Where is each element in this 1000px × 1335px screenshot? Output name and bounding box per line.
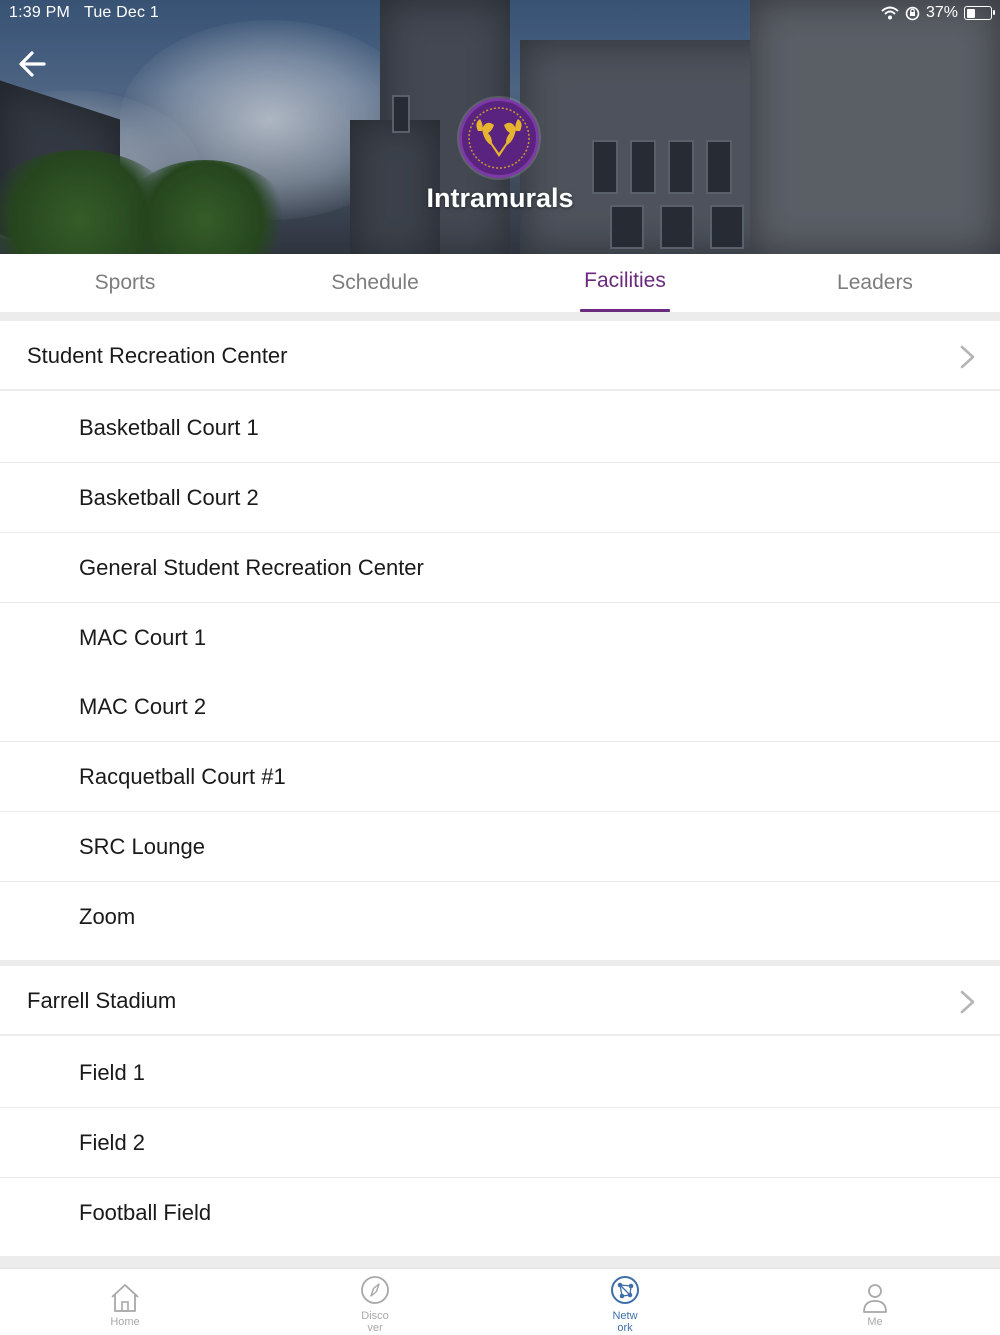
facility-item[interactable]: Zoom [0,882,1000,952]
facility-item-label: Basketball Court 1 [79,415,259,440]
status-indicators: 37% [881,4,995,22]
bottom-nav: Home Disco ver Netw ork Me [0,1268,1000,1335]
facility-item-label: MAC Court 1 [79,625,207,650]
tab-bar: Sports Schedule Facilities Leaders [0,254,1000,312]
nav-label: Home [110,1316,140,1328]
arrow-left-icon [19,51,46,77]
nav-label: Disco ver [361,1310,389,1334]
facility-item[interactable]: Football Field [0,1178,1000,1248]
facility-item[interactable]: Racquetball Court #1 [0,742,1000,812]
battery-level [966,8,975,18]
tab-label: Sports [94,271,156,294]
battery-percent: 37% [925,4,958,21]
facility-item-label: Zoom [79,904,136,929]
wifi-icon [881,6,899,20]
tab-schedule[interactable]: Schedule [250,254,500,312]
nav-label: Me [867,1316,883,1328]
nav-me[interactable]: Me [750,1269,1000,1335]
status-time: 1:39 PM Tue Dec 1 [9,4,159,22]
nav-label: Netw ork [612,1310,638,1334]
status-date: Tue Dec 1 [83,4,159,21]
status-bar: 1:39 PM Tue Dec 1 37% [0,0,1000,28]
battery-icon [964,6,995,20]
facility-group-name: Farrell Stadium [27,988,177,1013]
facility-item[interactable]: MAC Court 1 [0,603,1000,673]
chevron-right-icon [960,345,975,369]
nav-discover[interactable]: Disco ver [250,1269,500,1335]
facility-group-header[interactable]: Student Recreation Center [0,321,1000,391]
page-title: Intramurals [426,183,574,213]
tab-label: Leaders [837,271,913,294]
chevron-right-icon [960,990,975,1014]
facility-item-label: Racquetball Court #1 [79,764,286,789]
compass-icon [361,1276,389,1304]
facility-item[interactable]: MAC Court 2 [0,672,1000,742]
nav-network[interactable]: Netw ork [500,1269,750,1335]
facility-item-label: Football Field [79,1200,212,1225]
orientation-lock-icon [905,6,920,20]
section-divider [0,1256,1000,1268]
facility-item[interactable]: Field 1 [0,1038,1000,1108]
nav-home[interactable]: Home [0,1269,250,1335]
facility-item-label: SRC Lounge [79,834,205,859]
facility-item-label: Field 1 [79,1060,146,1085]
org-logo [459,98,539,178]
facility-item-label: Basketball Court 2 [79,485,259,510]
back-button[interactable] [14,46,52,82]
facility-item[interactable]: Field 2 [0,1108,1000,1178]
tab-label: Schedule [331,271,419,294]
facility-group-name: Student Recreation Center [27,343,288,368]
header-banner: 1:39 PM Tue Dec 1 37% Intramurals [0,0,1000,254]
tab-leaders[interactable]: Leaders [750,254,1000,312]
tab-label: Facilities [584,269,666,292]
facility-item-label: General Student Recreation Center [79,555,424,580]
facility-item[interactable]: General Student Recreation Center [0,533,1000,603]
person-icon [863,1284,887,1313]
divider [0,312,1000,321]
facility-group-header[interactable]: Farrell Stadium [0,966,1000,1036]
facility-item[interactable]: SRC Lounge [0,812,1000,882]
facility-item-label: MAC Court 2 [79,694,207,719]
facility-item[interactable]: Basketball Court 1 [0,393,1000,463]
home-icon [111,1284,139,1312]
facility-item[interactable]: Basketball Court 2 [0,463,1000,533]
ram-crest-icon [468,107,530,169]
status-clock: 1:39 PM [9,4,70,21]
tab-sports[interactable]: Sports [0,254,250,312]
facility-item-label: Field 2 [79,1130,146,1155]
network-icon [611,1276,639,1304]
tab-facilities[interactable]: Facilities [500,254,750,312]
